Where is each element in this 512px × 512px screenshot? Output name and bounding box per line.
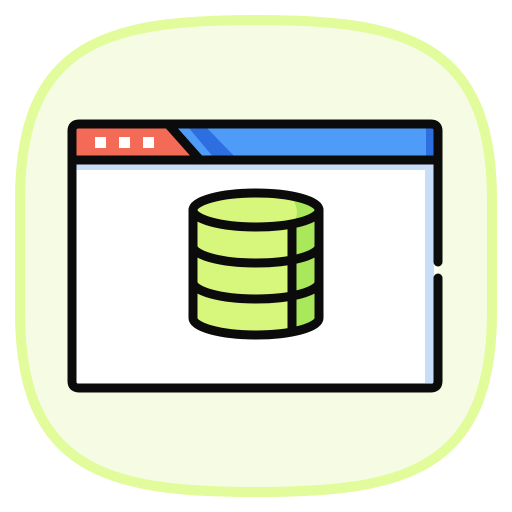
- icon-canvas: [15, 14, 497, 498]
- window-dot-1: [95, 137, 106, 148]
- database-browser-window-icon: [0, 0, 512, 512]
- window-shadow-strip: [425, 160, 434, 383]
- window-dot-3: [143, 137, 154, 148]
- database-icon: [188, 188, 324, 340]
- window-dot-2: [119, 137, 130, 148]
